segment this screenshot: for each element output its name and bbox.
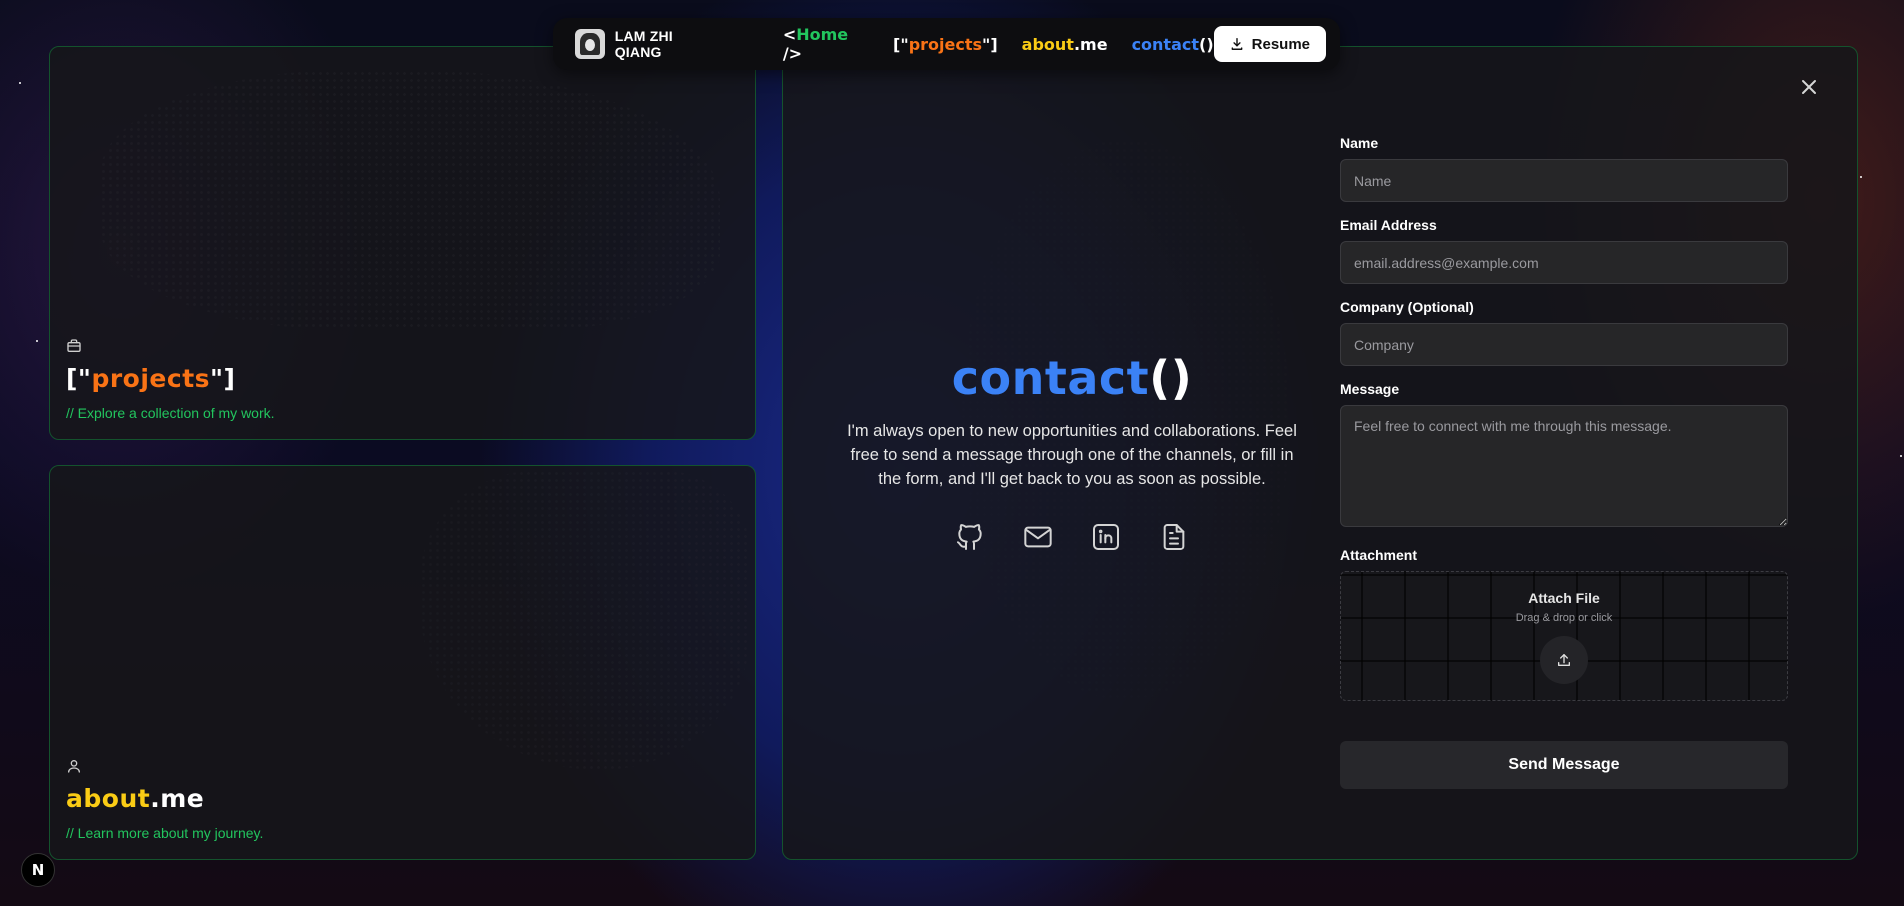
attachment-label: Attachment [1340,547,1418,563]
message-label: Message [1340,381,1400,397]
github-icon [957,524,982,550]
mail-icon [1024,526,1052,548]
projects-card[interactable]: ["projects"] // Explore a collection of … [49,46,756,440]
download-icon [1231,38,1243,50]
email-input[interactable] [1340,241,1788,284]
brand[interactable]: LAM ZHI QIANG [575,28,723,60]
resume-download-button[interactable]: Resume [1213,26,1326,62]
attachment-dropzone[interactable]: Attach File Drag & drop or click [1340,571,1788,701]
github-link[interactable] [954,521,986,553]
upload-button[interactable] [1540,636,1588,684]
send-message-button[interactable]: Send Message [1340,741,1788,789]
resume-document-link[interactable] [1158,521,1190,553]
close-button[interactable] [1797,75,1821,99]
company-input[interactable] [1340,323,1788,366]
company-label: Company (Optional) [1340,299,1474,315]
about-title: about.me [66,784,205,813]
nav-link-about[interactable]: about.me [1022,35,1108,54]
close-icon [1802,80,1816,94]
linkedin-icon [1093,524,1119,550]
email-label: Email Address [1340,217,1437,233]
nav-links: <Home /> ["projects"] about.me contact() [783,25,1214,63]
projects-title: ["projects"] [66,364,236,393]
nav-link-projects[interactable]: ["projects"] [893,35,998,54]
contact-panel: contact() I'm always open to new opportu… [782,46,1858,860]
attach-hint: Drag & drop or click [1515,612,1613,624]
projects-subtitle: // Explore a collection of my work. [66,405,275,421]
brand-name: LAM ZHI QIANG [614,28,673,60]
top-navbar: LAM ZHI QIANG <Home /> ["projects"] abou… [553,18,1340,70]
attach-title: Attach File [1528,590,1600,606]
contact-form: Name Email Address Company (Optional) Me… [1340,135,1788,789]
nav-link-home[interactable]: <Home /> [783,25,869,63]
email-link[interactable] [1022,521,1054,553]
about-subtitle: // Learn more about my journey. [66,825,264,841]
social-links [837,521,1307,553]
message-textarea[interactable] [1340,405,1788,527]
about-card[interactable]: about.me // Learn more about my journey. [49,465,756,860]
next-badge[interactable]: N [21,853,55,887]
resume-label: Resume [1251,35,1310,53]
star [1860,176,1862,178]
upload-icon [1558,654,1570,666]
star [19,82,21,84]
contact-title: contact() [951,351,1193,405]
nav-link-contact[interactable]: contact() [1132,35,1214,54]
briefcase-icon [67,339,81,352]
contact-intro: contact() I'm always open to new opportu… [837,351,1307,553]
star [1900,455,1902,457]
linkedin-link[interactable] [1090,521,1122,553]
name-input[interactable] [1340,159,1788,202]
user-icon [68,760,80,773]
avatar [575,29,605,59]
document-icon [1163,524,1185,550]
name-label: Name [1340,135,1379,151]
contact-description: I'm always open to new opportunities and… [847,422,1297,488]
star [36,340,38,342]
